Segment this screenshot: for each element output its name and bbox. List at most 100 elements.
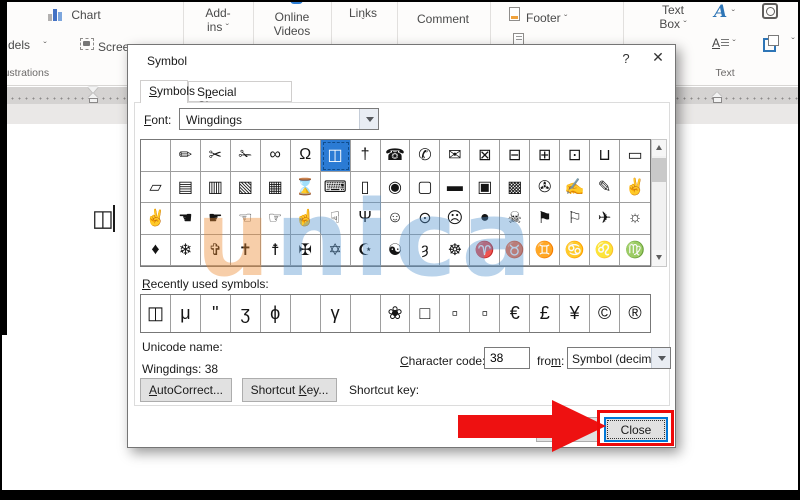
symbol-cell[interactable]: ✇ — [530, 172, 560, 204]
recent-symbol-cell[interactable]: ʒ — [231, 295, 261, 332]
recent-symbol-cell[interactable] — [351, 295, 381, 332]
comment-button[interactable]: Comment — [400, 12, 486, 26]
recent-symbol-cell[interactable]: £ — [530, 295, 560, 332]
recent-symbol-cell[interactable]: ▫ — [440, 295, 470, 332]
symbol-cell[interactable]: ☜ — [231, 203, 261, 235]
date-time-icon[interactable] — [762, 3, 778, 19]
symbol-cell[interactable]: ☠ — [500, 203, 530, 235]
symbol-cell[interactable]: ✠ — [291, 235, 321, 267]
symbol-cell[interactable]: ♍ — [620, 235, 650, 267]
grid-scrollbar[interactable] — [651, 139, 667, 267]
symbol-cell[interactable]: ∞ — [261, 140, 291, 172]
recent-symbol-cell[interactable]: " — [201, 295, 231, 332]
recent-symbol-cell[interactable]: μ — [171, 295, 201, 332]
tab-symbols[interactable]: Symbols — [140, 80, 188, 103]
symbol-cell[interactable]: ▭ — [620, 140, 650, 172]
symbol-cell[interactable]: ⌛ — [291, 172, 321, 204]
symbol-cell[interactable]: ⚐ — [560, 203, 590, 235]
symbol-cell[interactable]: ▢ — [410, 172, 440, 204]
symbol-cell[interactable]: ▦ — [261, 172, 291, 204]
symbol-cell[interactable]: ◫ — [321, 140, 351, 172]
scrollbar-thumb[interactable] — [652, 158, 666, 182]
recent-symbol-cell[interactable]: ◫ — [141, 295, 171, 332]
symbol-cell[interactable]: ☟ — [321, 203, 351, 235]
symbol-cell[interactable]: ✌ — [141, 203, 171, 235]
symbol-cell[interactable]: ☯ — [381, 235, 411, 267]
symbol-cell[interactable]: ȝ — [410, 235, 440, 267]
add-ins-button[interactable]: Add- ins ˇ — [192, 6, 244, 34]
indent-marker[interactable] — [88, 87, 99, 104]
character-code-input[interactable] — [484, 347, 530, 369]
recent-symbol-cell[interactable]: ϕ — [261, 295, 291, 332]
page-number-icon[interactable] — [513, 33, 524, 44]
symbol-cell[interactable]: ◉ — [381, 172, 411, 204]
symbol-cell[interactable]: ✏ — [171, 140, 201, 172]
symbol-cell[interactable]: ❄ — [171, 235, 201, 267]
symbol-cell[interactable]: ✡ — [321, 235, 351, 267]
font-dropdown[interactable]: Wingdings — [179, 108, 379, 130]
symbol-cell[interactable]: ▣ — [470, 172, 500, 204]
recent-symbol-cell[interactable]: ® — [620, 295, 650, 332]
symbol-cell[interactable]: ☪ — [351, 235, 381, 267]
3d-models-button[interactable]: dels ˇ — [8, 38, 60, 52]
recent-symbol-cell[interactable]: γ — [321, 295, 351, 332]
object-icon[interactable] — [763, 38, 776, 52]
recent-symbol-cell[interactable]: © — [590, 295, 620, 332]
symbol-cell[interactable]: ♦ — [141, 235, 171, 267]
symbol-cell[interactable]: Ψ — [351, 203, 381, 235]
links-button[interactable]: Links ˇ — [332, 6, 394, 26]
right-indent-marker[interactable] — [712, 92, 722, 104]
symbol-cell[interactable]: ☎ — [381, 140, 411, 172]
symbol-cell[interactable]: ☼ — [620, 203, 650, 235]
autocorrect-button[interactable]: AutoCorrect... — [140, 378, 232, 402]
symbol-cell[interactable]: † — [351, 140, 381, 172]
symbol-cell[interactable]: ▧ — [231, 172, 261, 204]
symbol-cell[interactable]: ☛ — [201, 203, 231, 235]
tab-special-characters[interactable]: Special Characters — [188, 81, 292, 102]
symbol-cell[interactable]: ♈ — [470, 235, 500, 267]
scroll-up-icon[interactable] — [652, 140, 666, 156]
from-dropdown[interactable]: Symbol (decimal) — [567, 347, 671, 369]
symbol-cell[interactable]: ⊡ — [560, 140, 590, 172]
text-box-button[interactable]: Text Box ˇ — [648, 3, 698, 31]
symbol-cell[interactable]: ✎ — [590, 172, 620, 204]
chart-button[interactable]: Chart — [48, 8, 138, 22]
symbol-cell[interactable]: ☞ — [261, 203, 291, 235]
scroll-down-icon[interactable] — [652, 250, 666, 266]
ribbon-collapse-chevron-icon[interactable]: ˇ — [788, 40, 798, 46]
symbol-cell[interactable]: ♉ — [500, 235, 530, 267]
symbol-cell[interactable]: ▤ — [171, 172, 201, 204]
recent-symbol-cell[interactable]: ❀ — [381, 295, 411, 332]
symbol-cell[interactable]: ✁ — [231, 140, 261, 172]
symbol-cell[interactable]: ☝ — [291, 203, 321, 235]
symbol-cell[interactable]: ● — [470, 203, 500, 235]
symbol-cell[interactable]: ⊞ — [530, 140, 560, 172]
dropdown-arrow-icon[interactable] — [651, 348, 670, 368]
symbol-cell[interactable]: ✂ — [201, 140, 231, 172]
symbol-cell[interactable]: ⊟ — [500, 140, 530, 172]
symbol-cell[interactable]: ▯ — [351, 172, 381, 204]
drop-cap-button[interactable]: A ˇ — [712, 36, 736, 50]
symbol-cell[interactable]: ▩ — [500, 172, 530, 204]
symbol-cell[interactable]: ✈ — [590, 203, 620, 235]
symbol-cell[interactable]: ⌨ — [321, 172, 351, 204]
symbol-cell[interactable] — [141, 140, 171, 172]
recent-symbol-cell[interactable]: ▫ — [470, 295, 500, 332]
symbol-cell[interactable]: ⊙ — [410, 203, 440, 235]
symbol-cell[interactable]: ⊔ — [590, 140, 620, 172]
symbol-cell[interactable]: ☨ — [261, 235, 291, 267]
close-icon[interactable]: ✕ — [646, 49, 670, 66]
recent-symbol-cell[interactable] — [291, 295, 321, 332]
symbol-cell[interactable]: ♊ — [530, 235, 560, 267]
symbol-cell[interactable]: ✉ — [440, 140, 470, 172]
recent-symbol-cell[interactable]: € — [500, 295, 530, 332]
symbol-cell[interactable]: ♌ — [590, 235, 620, 267]
symbol-cell[interactable]: ▥ — [201, 172, 231, 204]
symbol-cell[interactable]: ▬ — [440, 172, 470, 204]
symbol-cell[interactable]: ✞ — [201, 235, 231, 267]
wordart-button[interactable]: A ˇ — [714, 2, 735, 22]
symbol-cell[interactable]: ☸ — [440, 235, 470, 267]
recent-symbol-cell[interactable]: ¥ — [560, 295, 590, 332]
close-button[interactable]: Close — [604, 417, 668, 442]
symbol-cell[interactable]: ✆ — [410, 140, 440, 172]
